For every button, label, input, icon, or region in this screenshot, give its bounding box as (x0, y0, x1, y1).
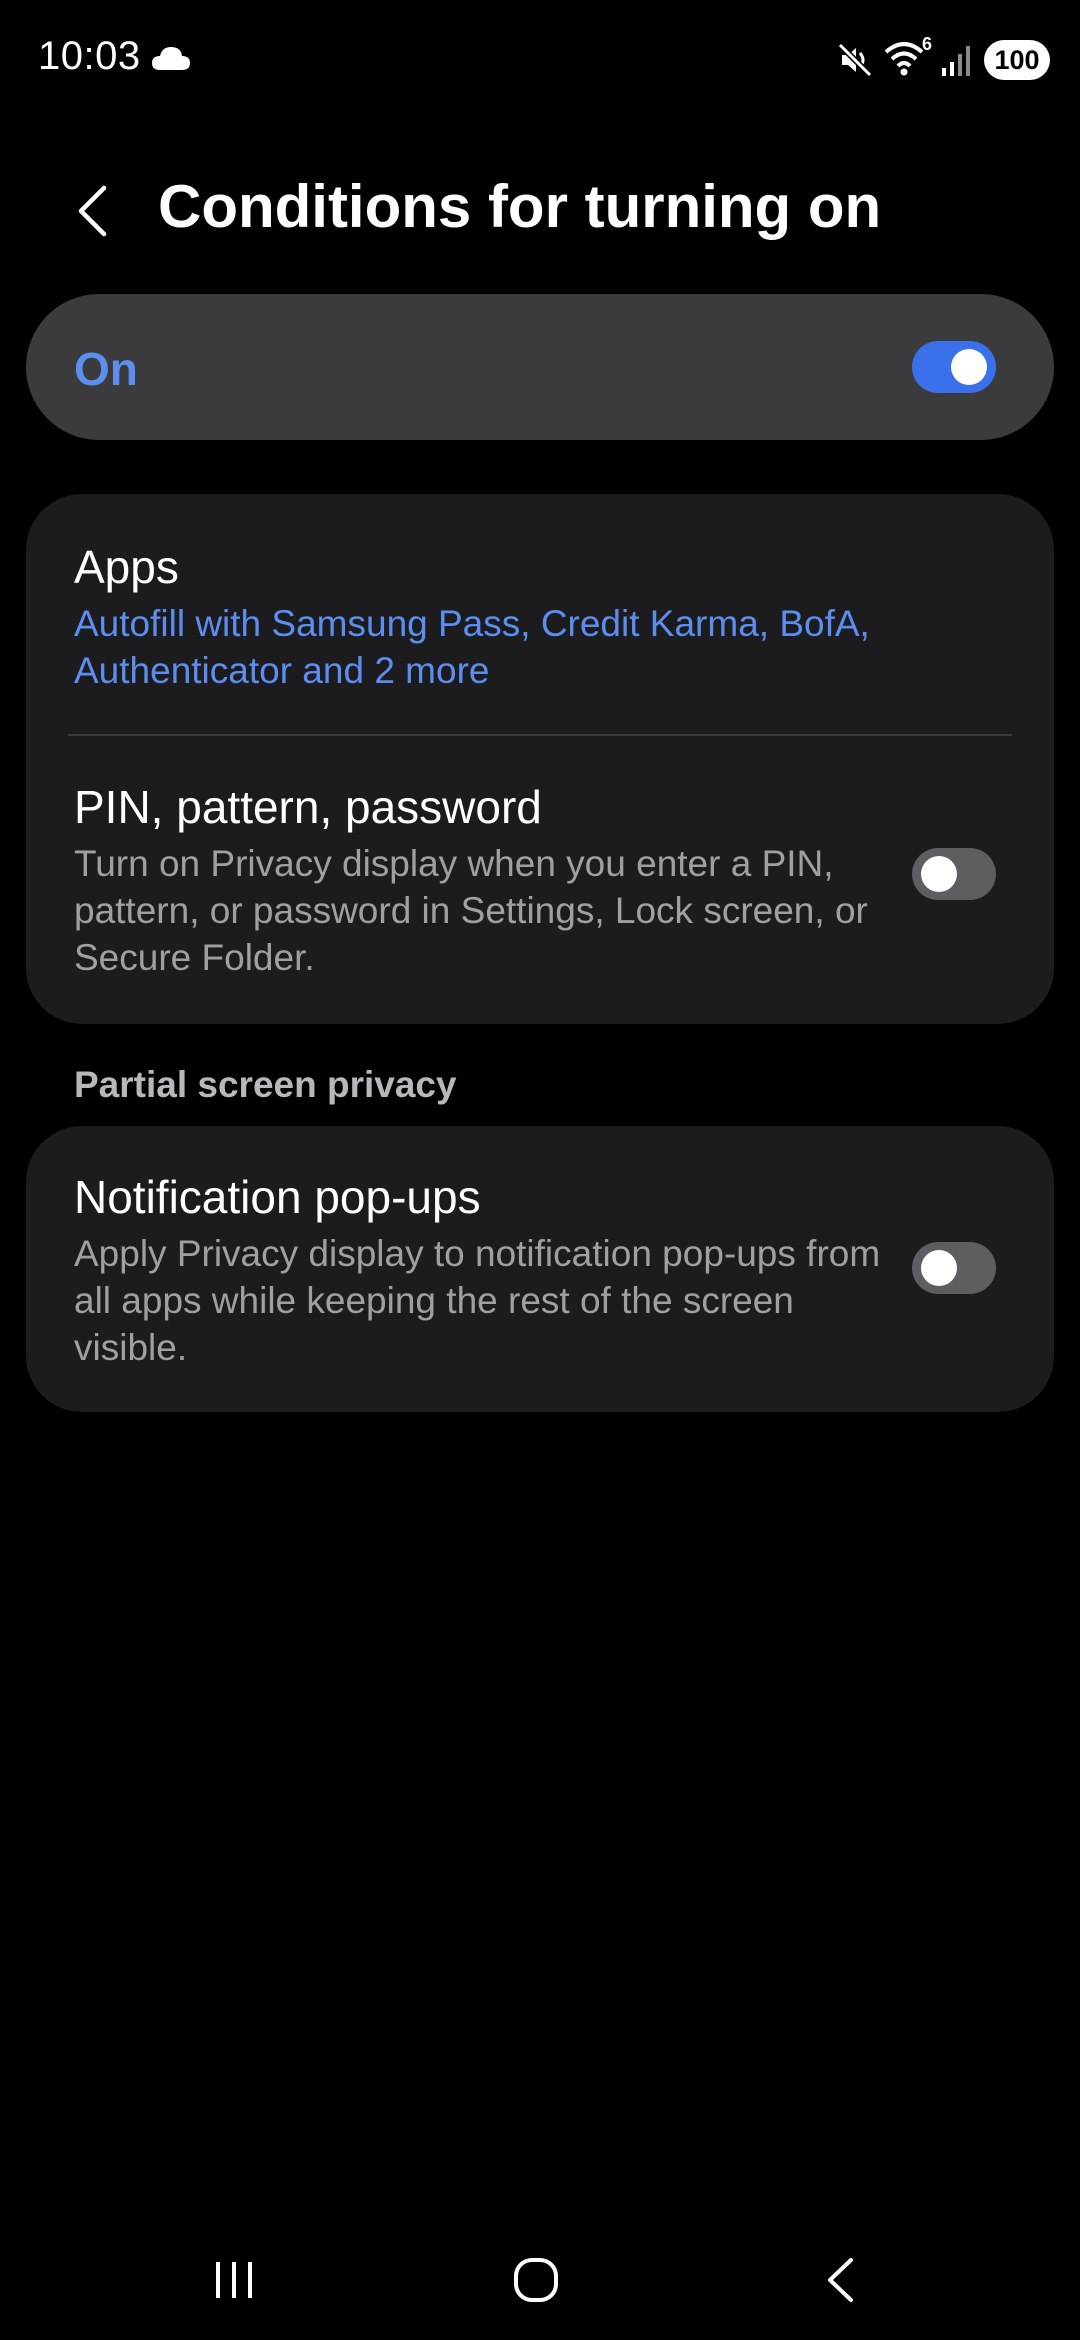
toggle-knob (921, 856, 957, 892)
wifi-icon: 6 (884, 34, 932, 80)
apps-row[interactable]: Apps Autofill with Samsung Pass, Credit … (26, 494, 1054, 734)
system-back-button[interactable] (780, 2240, 900, 2320)
section-header-partial-privacy: Partial screen privacy (74, 1064, 457, 1105)
page-title: Conditions for turning on (158, 173, 882, 240)
toggle-knob (921, 1250, 957, 1286)
recents-icon (216, 2262, 252, 2298)
back-icon (828, 2258, 853, 2302)
chevron-left-icon (78, 185, 107, 237)
status-bar: 10:03 6 100 (0, 0, 1080, 120)
pin-pattern-password-row[interactable]: PIN, pattern, password Turn on Privacy d… (26, 736, 1054, 1024)
notification-toggle[interactable] (912, 1242, 996, 1294)
pin-title: PIN, pattern, password (74, 781, 542, 833)
wifi-badge: 6 (921, 34, 932, 54)
notification-popups-row[interactable]: Notification pop-ups Apply Privacy displ… (26, 1126, 1054, 1412)
notification-description: Apply Privacy display to notification po… (74, 1233, 881, 1368)
recents-button[interactable] (174, 2240, 294, 2320)
home-button[interactable] (476, 2240, 596, 2320)
status-icons: 6 100 (836, 34, 1050, 84)
battery-indicator: 100 (984, 40, 1050, 80)
home-icon (514, 2258, 558, 2302)
toggle-knob (951, 349, 987, 385)
navigation-bar (0, 2220, 1080, 2340)
conditions-card: Apps Autofill with Samsung Pass, Credit … (26, 494, 1054, 1024)
notification-title: Notification pop-ups (74, 1171, 481, 1223)
pin-description: Turn on Privacy display when you enter a… (74, 843, 868, 978)
apps-summary: Autofill with Samsung Pass, Credit Karma… (74, 603, 870, 691)
master-switch-label: On (74, 343, 138, 395)
master-toggle[interactable] (912, 341, 996, 393)
status-time: 10:03 (38, 34, 141, 78)
mute-icon (837, 42, 873, 78)
apps-title: Apps (74, 541, 179, 593)
signal-icon (942, 46, 970, 76)
back-button[interactable] (62, 178, 122, 244)
cloud-icon (152, 47, 190, 70)
master-switch-row[interactable]: On (26, 294, 1054, 440)
pin-toggle[interactable] (912, 848, 996, 900)
partial-privacy-card: Notification pop-ups Apply Privacy displ… (26, 1126, 1054, 1412)
